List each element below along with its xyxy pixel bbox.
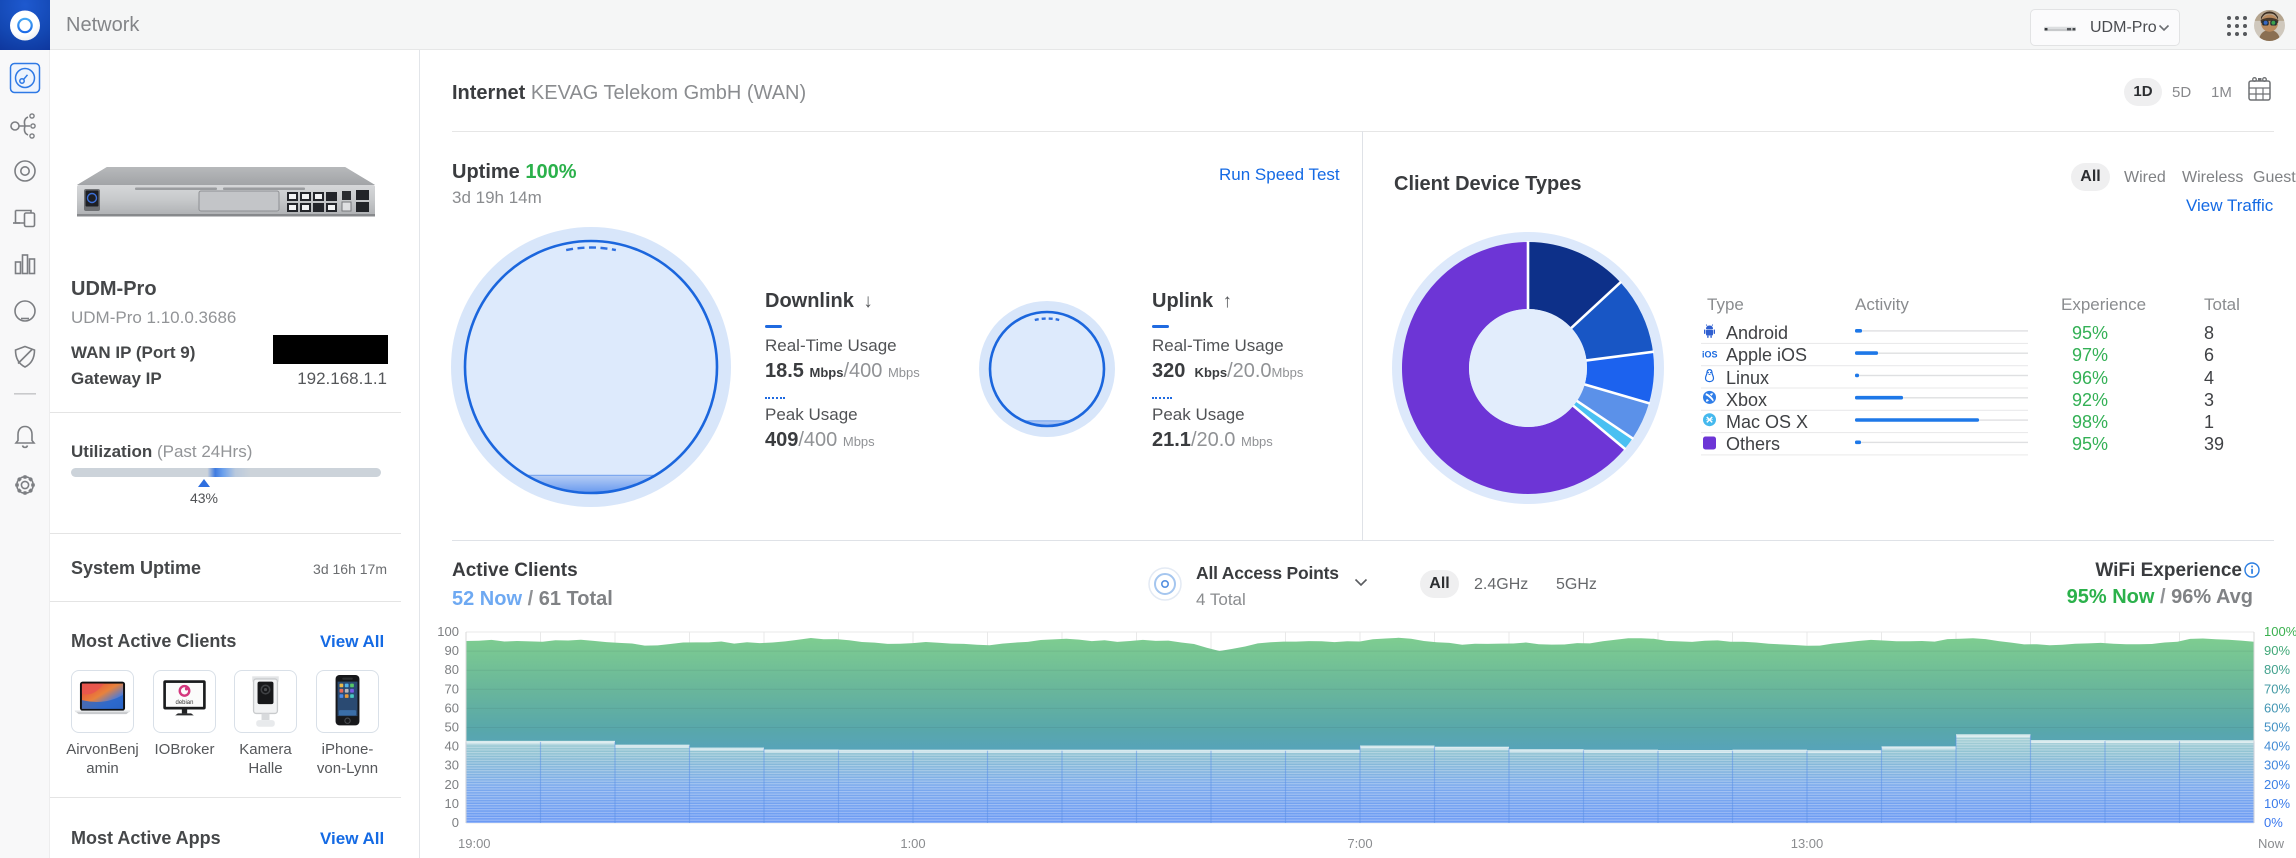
svg-text:40%: 40% (2264, 739, 2290, 754)
svg-text:70: 70 (445, 681, 459, 696)
svg-text:40: 40 (445, 739, 459, 754)
svg-text:0%: 0% (2264, 815, 2283, 830)
svg-text:Now: Now (2258, 836, 2285, 851)
svg-text:90%: 90% (2264, 643, 2290, 658)
svg-text:60: 60 (445, 700, 459, 715)
svg-text:20: 20 (445, 777, 459, 792)
svg-text:60%: 60% (2264, 700, 2290, 715)
svg-text:80%: 80% (2264, 662, 2290, 677)
svg-text:30%: 30% (2264, 758, 2290, 773)
svg-text:20%: 20% (2264, 777, 2290, 792)
svg-text:10: 10 (445, 796, 459, 811)
svg-text:0: 0 (452, 815, 459, 830)
svg-text:7:00: 7:00 (1347, 836, 1372, 851)
svg-text:80: 80 (445, 662, 459, 677)
svg-text:70%: 70% (2264, 681, 2290, 696)
svg-text:100: 100 (437, 624, 459, 639)
svg-text:1:00: 1:00 (900, 836, 925, 851)
svg-text:90: 90 (445, 643, 459, 658)
svg-text:10%: 10% (2264, 796, 2290, 811)
svg-text:50: 50 (445, 720, 459, 735)
svg-text:19:00: 19:00 (458, 836, 491, 851)
svg-text:debian: debian (176, 700, 194, 706)
svg-text:13:00: 13:00 (1791, 836, 1824, 851)
svg-text:30: 30 (445, 758, 459, 773)
svg-text:100%: 100% (2264, 624, 2296, 639)
svg-text:50%: 50% (2264, 720, 2290, 735)
